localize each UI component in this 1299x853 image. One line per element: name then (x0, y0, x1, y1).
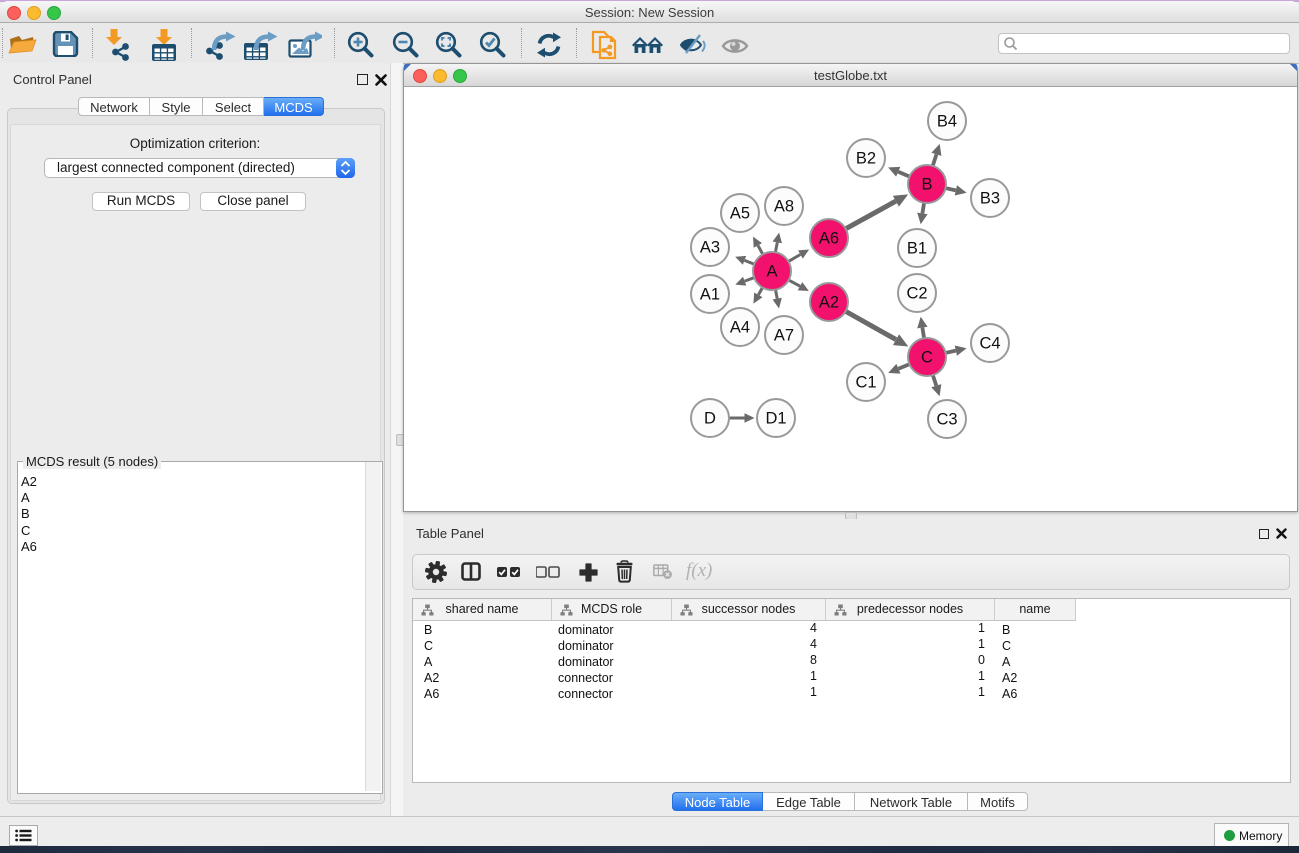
svg-text:B1: B1 (907, 240, 927, 258)
svg-text:B4: B4 (937, 113, 957, 131)
svg-text:B2: B2 (856, 150, 876, 168)
svg-text:A7: A7 (774, 327, 794, 345)
svg-text:A: A (766, 263, 777, 281)
svg-text:C1: C1 (855, 374, 876, 392)
svg-text:A6: A6 (819, 230, 839, 248)
svg-text:A2: A2 (819, 294, 839, 312)
svg-text:A3: A3 (700, 239, 720, 257)
svg-text:B3: B3 (980, 190, 1000, 208)
svg-text:A4: A4 (730, 319, 750, 337)
svg-text:D1: D1 (765, 410, 786, 428)
svg-text:C3: C3 (936, 411, 957, 429)
svg-text:C2: C2 (906, 285, 927, 303)
svg-text:B: B (921, 176, 932, 194)
svg-text:C: C (921, 349, 933, 367)
svg-text:A1: A1 (700, 286, 720, 304)
svg-text:A5: A5 (730, 205, 750, 223)
svg-text:C4: C4 (979, 335, 1000, 353)
svg-text:A8: A8 (774, 198, 794, 216)
svg-text:D: D (704, 410, 716, 428)
